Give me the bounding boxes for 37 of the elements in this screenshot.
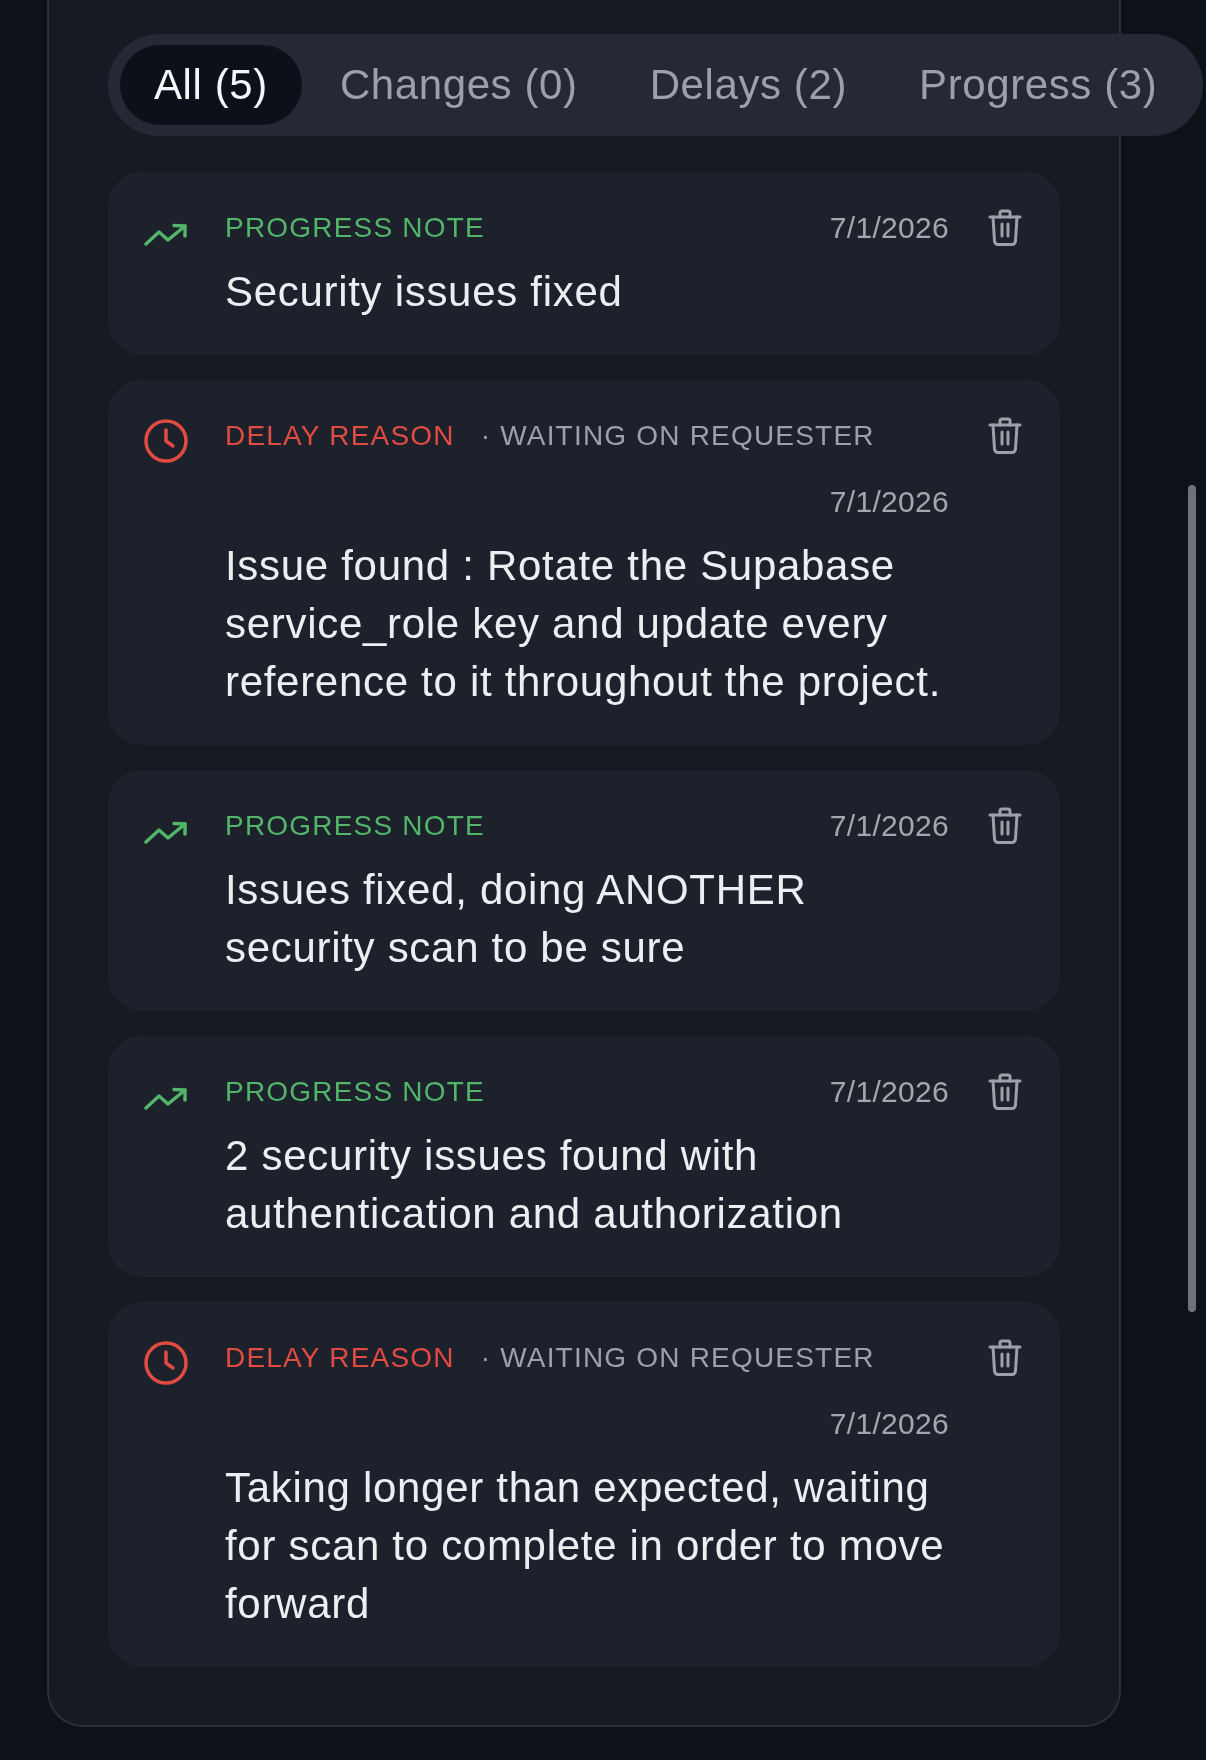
clock-icon: [144, 1341, 188, 1385]
scrollbar-thumb[interactable]: [1188, 485, 1196, 1312]
delete-button[interactable]: [988, 807, 1022, 844]
trash-icon: [988, 417, 1022, 454]
trash-icon: [988, 807, 1022, 844]
note-type-label: PROGRESS NOTE: [225, 809, 485, 843]
note-status: · WAITING ON REQUESTER: [480, 419, 875, 453]
trend-up-icon: [144, 1087, 188, 1111]
note-date: 7/1/2026: [829, 484, 949, 520]
filter-tab[interactable]: Delays (2): [615, 45, 881, 125]
note-date: 7/1/2026: [829, 808, 949, 844]
delete-button[interactable]: [988, 417, 1022, 454]
delete-button[interactable]: [988, 1339, 1022, 1376]
note-status: · WAITING ON REQUESTER: [480, 1341, 875, 1375]
note-text: 2 security issues found with authentication and authorization: [225, 1131, 844, 1239]
note-text: Taking longer than expected, waiting for scan to complete in order to move forward: [225, 1463, 946, 1629]
note-date: 7/1/2026: [829, 1406, 949, 1442]
clock-icon: [144, 419, 188, 463]
filter-tab[interactable]: Progress (3): [885, 45, 1192, 125]
trash-icon: [988, 209, 1022, 246]
delete-button[interactable]: [988, 1073, 1022, 1110]
note-type-label: DELAY REASON: [225, 419, 455, 453]
filter-tab[interactable]: All (5): [120, 45, 302, 125]
trash-icon: [988, 1073, 1022, 1110]
note-date: 7/1/2026: [829, 210, 949, 246]
note-text: Issues fixed, doing ANOTHER security scan to be sure: [225, 865, 808, 973]
trash-icon: [988, 1339, 1022, 1376]
filter-tab[interactable]: Changes (0): [305, 45, 612, 125]
trend-up-icon: [144, 821, 188, 845]
note-type-label: PROGRESS NOTE: [225, 211, 485, 245]
note-text: Issue found : Rotate the Supabase service_role key and update every reference to it throughout the project.: [225, 541, 943, 707]
delete-button[interactable]: [988, 209, 1022, 246]
trend-up-icon: [144, 223, 188, 247]
note-type-label: DELAY REASON: [225, 1341, 455, 1375]
note-text: Security issues fixed: [225, 267, 624, 317]
note-date: 7/1/2026: [829, 1074, 949, 1110]
note-type-label: PROGRESS NOTE: [225, 1075, 485, 1109]
